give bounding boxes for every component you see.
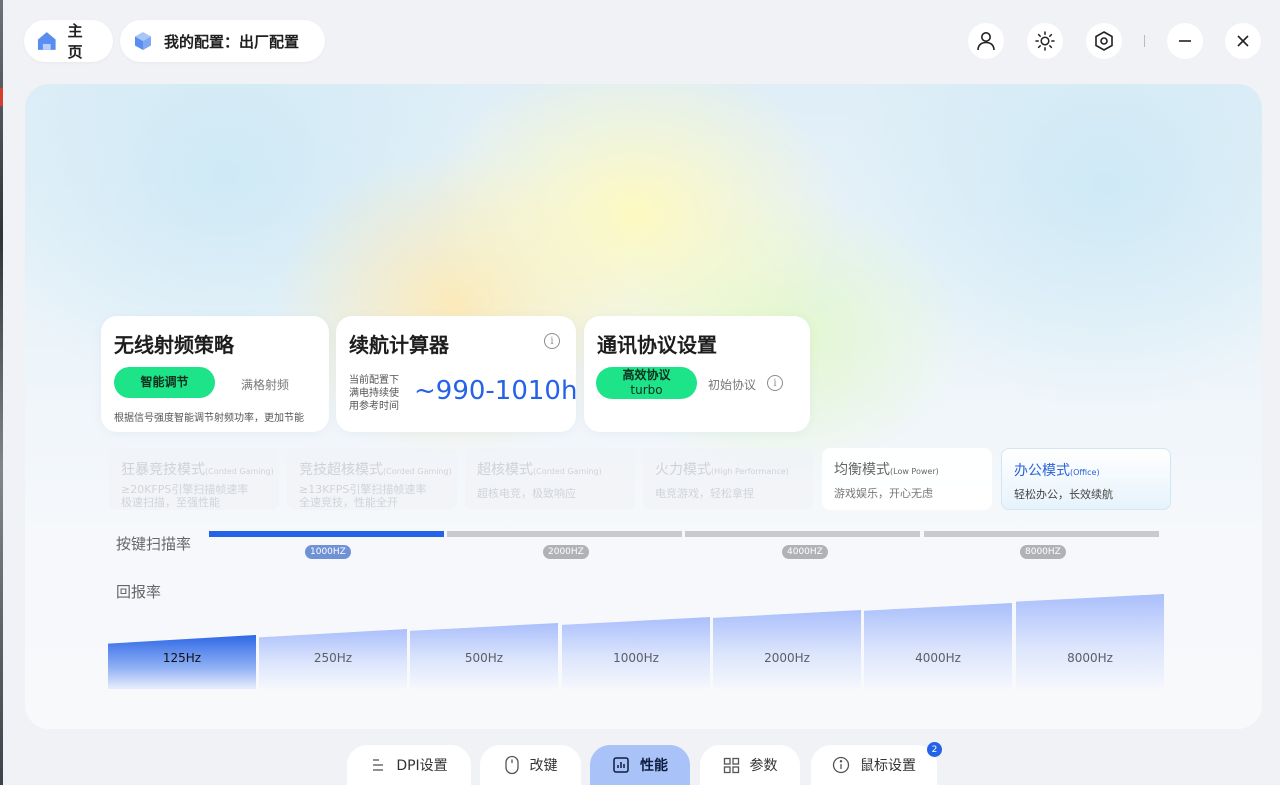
tab-remap[interactable]: 改键 [480, 745, 581, 785]
performance-panel: 无线射频策略 智能调节 满格射频 根据信号强度智能调节射频功率，更加节能 续航计… [25, 84, 1262, 729]
battery-caption: 当前配置下 满电持续使 用参考时间 [349, 375, 399, 412]
report-rate-option-250[interactable]: 250Hz [259, 629, 407, 689]
full-rf-option[interactable]: 满格射频 [241, 376, 289, 393]
scan-rate-segment-2000[interactable] [447, 531, 682, 537]
header-separator [1144, 35, 1145, 47]
report-rate-option-125[interactable]: 125Hz [108, 635, 256, 689]
tab-mouse-settings[interactable]: 鼠标设置 [811, 745, 937, 785]
initial-protocol-option[interactable]: 初始协议 [708, 376, 756, 393]
user-icon [977, 32, 995, 51]
battery-calculator-card: 续航计算器 i 当前配置下 满电持续使 用参考时间 ~990-1010h [336, 316, 578, 432]
report-rate-option-8000[interactable]: 8000Hz [1016, 594, 1164, 689]
scan-rate-tag-8000: 8000HZ [1020, 545, 1066, 559]
scan-rate-tag-4000: 4000HZ [782, 545, 828, 559]
rf-strategy-title: 无线射频策略 [114, 333, 234, 357]
scan-rate-tag-1000: 1000HZ [305, 545, 351, 559]
scan-rate-tag-2000: 2000HZ [543, 545, 589, 559]
minimize-icon [1179, 40, 1191, 42]
list-icon [373, 759, 384, 771]
minimize-button[interactable] [1167, 23, 1203, 59]
mode-card-office[interactable]: 办公模式(Office) 轻松办公，长效续航 [1001, 448, 1171, 510]
performance-icon [613, 757, 629, 773]
mode-card-competitive[interactable]: 竞技超核模式(Corded Gaming) ≥13KFPS引擎扫描帧速率 全速竞… [287, 448, 457, 510]
mode-card-balanced[interactable]: 均衡模式(Low Power) 游戏娱乐，开心无虑 [822, 448, 992, 510]
protocol-info-icon[interactable]: i [767, 375, 783, 391]
protocol-card: 通讯协议设置 高效协议 turbo 初始协议 i [584, 316, 810, 432]
close-button[interactable] [1225, 23, 1261, 59]
scan-rate-segment-4000[interactable] [685, 531, 920, 537]
mode-card-ultra[interactable]: 超核模式(Corded Gaming) 超核电竞，极致响应 [465, 448, 635, 510]
tab-performance[interactable]: 性能 [590, 745, 690, 785]
desktop-edge [0, 0, 3, 785]
home-button[interactable]: 主页 [24, 20, 113, 62]
settings-button[interactable] [1086, 23, 1122, 59]
config-selector[interactable]: 我的配置：出厂配置 [120, 20, 325, 62]
battery-info-icon[interactable]: i [544, 333, 560, 349]
mode-card-frenzy[interactable]: 狂暴竞技模式(Corded Gaming) ≥20KFPS引擎扫描帧速率 极速扫… [109, 448, 279, 510]
scan-rate-segment-1000[interactable] [209, 531, 444, 537]
turbo-protocol-button[interactable]: 高效协议 turbo [596, 367, 697, 399]
close-icon [1237, 35, 1249, 47]
theme-button[interactable] [1027, 23, 1063, 59]
grid-icon [723, 757, 739, 773]
battery-value: ~990-1010h [414, 376, 578, 406]
battery-calculator-title: 续航计算器 [349, 333, 449, 357]
report-rate-selector: 125Hz 250Hz 500Hz 1000Hz 2000Hz 4000Hz 8… [108, 589, 1165, 689]
scan-rate-segment-8000[interactable] [924, 531, 1159, 537]
mouse-icon [504, 755, 519, 775]
mouse-settings-badge: 2 [927, 742, 942, 757]
mode-card-firepower[interactable]: 火力模式(High Performance) 电竞游戏，轻松拿捏 [643, 448, 813, 510]
smart-adjust-button[interactable]: 智能调节 [114, 367, 215, 398]
tab-params[interactable]: 参数 [700, 745, 800, 785]
home-label: 主页 [67, 22, 83, 61]
cube-icon [135, 32, 151, 50]
rf-strategy-desc: 根据信号强度智能调节射频功率，更加节能 [114, 413, 304, 424]
config-label: 我的配置：出厂配置 [164, 32, 300, 51]
protocol-title: 通讯协议设置 [597, 333, 717, 357]
rf-strategy-card: 无线射频策略 智能调节 满格射频 根据信号强度智能调节射频功率，更加节能 [101, 316, 329, 432]
report-rate-option-2000[interactable]: 2000Hz [713, 610, 861, 689]
sun-icon [1035, 31, 1055, 51]
info-icon [832, 756, 850, 774]
hex-settings-icon [1095, 31, 1113, 51]
tab-dpi[interactable]: DPI设置 [347, 745, 471, 785]
report-rate-option-1000[interactable]: 1000Hz [562, 617, 710, 689]
home-icon [37, 32, 56, 50]
report-rate-option-4000[interactable]: 4000Hz [864, 603, 1012, 689]
report-rate-option-500[interactable]: 500Hz [410, 623, 558, 689]
account-button[interactable] [968, 23, 1004, 59]
scan-rate-label: 按键扫描率 [116, 535, 192, 553]
